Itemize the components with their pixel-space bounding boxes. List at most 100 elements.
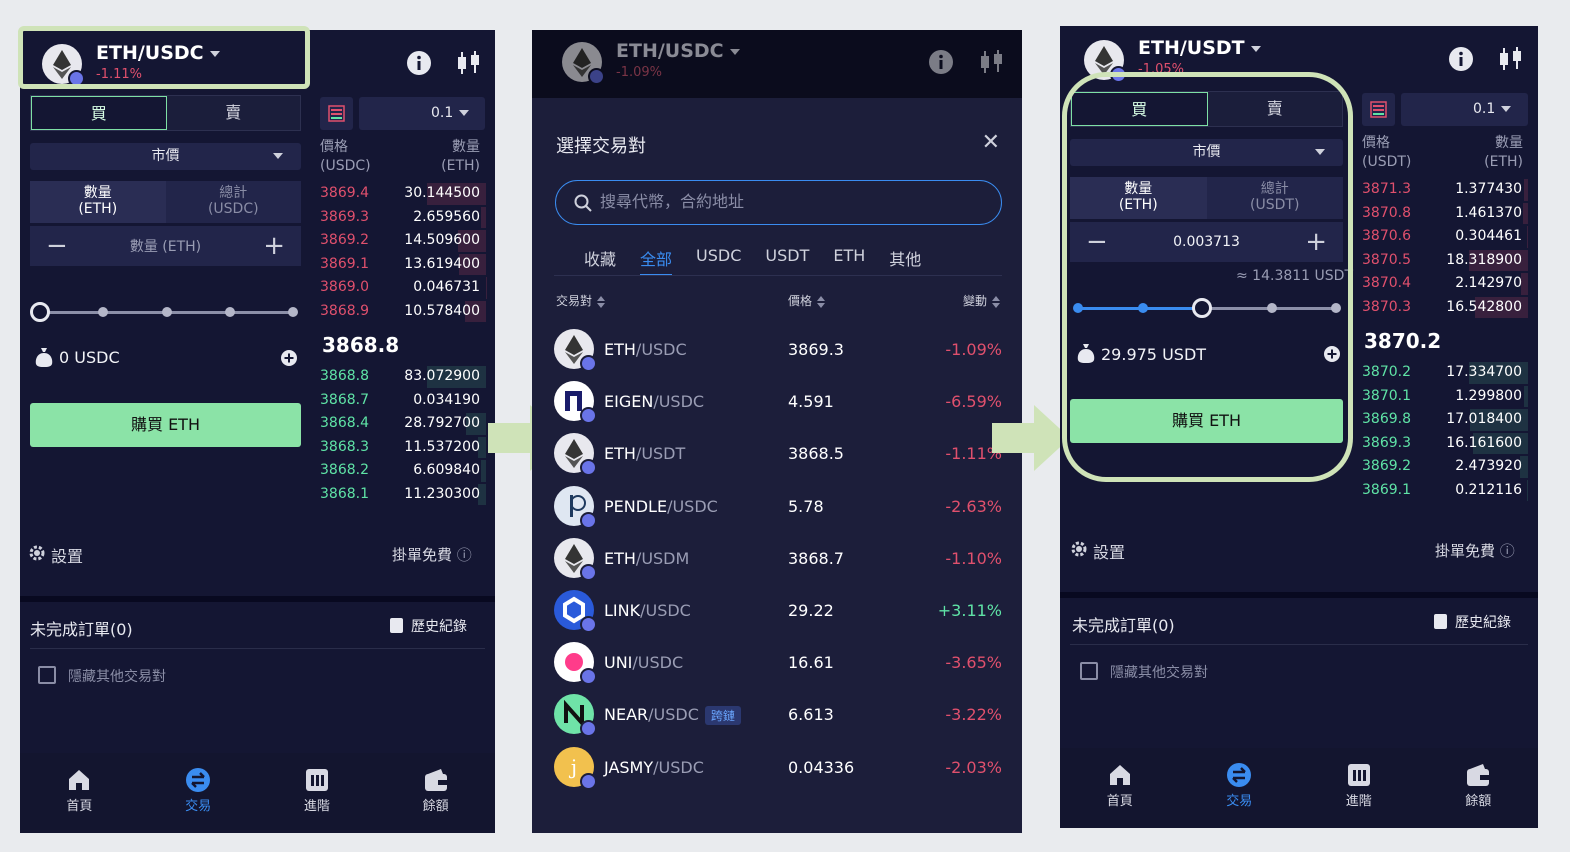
- pair-row[interactable]: EIGEN/USDC 4.591 -6.59%: [554, 375, 1002, 427]
- bid-row[interactable]: 3868.7 0.034190: [318, 389, 486, 413]
- ask-row[interactable]: 3870.6 0.304461: [1360, 225, 1528, 249]
- order-type-label: 市價: [151, 148, 180, 164]
- order-amount: 1.461370: [1455, 204, 1522, 221]
- ask-row[interactable]: 3870.4 2.142970: [1360, 272, 1528, 296]
- nav-wallet[interactable]: 餘額: [1419, 748, 1539, 828]
- mode-total[interactable]: 總計 (USDC): [166, 181, 302, 223]
- candlestick-chart-icon[interactable]: [457, 50, 481, 76]
- bid-row[interactable]: 3870.2 17.334700: [1360, 361, 1528, 385]
- bid-row[interactable]: 3868.2 6.609840: [318, 459, 486, 483]
- tab-category[interactable]: USDC: [696, 246, 741, 276]
- bid-row[interactable]: 3868.3 11.537200: [318, 436, 486, 460]
- pair-row[interactable]: PENDLE/USDC 5.78 -2.63%: [554, 480, 1002, 532]
- info-icon[interactable]: [406, 50, 432, 76]
- price-step-select[interactable]: 0.1: [359, 97, 485, 130]
- pair-row[interactable]: ETH/USDC 3869.3 -1.09%: [554, 323, 1002, 375]
- close-icon[interactable]: ✕: [982, 130, 1000, 155]
- bid-row[interactable]: 3869.2 2.473920: [1360, 455, 1528, 479]
- pair-row[interactable]: j JASMY/USDC 0.04336 -2.03%: [554, 741, 1002, 793]
- col-price-header[interactable]: 價格: [788, 292, 826, 309]
- pair-row[interactable]: NEAR/USDC 跨鏈 6.613 -3.22%: [554, 688, 1002, 740]
- tab-category[interactable]: ETH: [833, 246, 865, 276]
- ask-row[interactable]: 3870.8 1.461370: [1360, 202, 1528, 226]
- bid-row[interactable]: 3869.8 17.018400: [1360, 408, 1528, 432]
- col-pair-header[interactable]: 交易對: [556, 292, 606, 309]
- search-placeholder: 搜尋代幣，合約地址: [600, 192, 745, 211]
- nav-wallet[interactable]: 餘額: [376, 753, 495, 833]
- pair-row[interactable]: ETH/USDM 3868.7 -1.10%: [554, 532, 1002, 584]
- nav-home[interactable]: 首頁: [1060, 748, 1180, 828]
- home-icon: [1060, 762, 1180, 788]
- price-step-select[interactable]: 0.1: [1401, 93, 1528, 126]
- slider-handle[interactable]: [30, 302, 50, 322]
- ask-row[interactable]: 3869.2 14.509600: [318, 229, 486, 253]
- settings-link[interactable]: 設置: [1093, 539, 1125, 563]
- order-type-select[interactable]: 市價: [30, 143, 301, 170]
- orderbook-view-button[interactable]: [320, 97, 353, 130]
- orderbook-layout-icon: [328, 105, 345, 122]
- quantity-input[interactable]: 數量 (ETH): [130, 236, 201, 256]
- pair-row[interactable]: UNI/USDC 16.61 -3.65%: [554, 636, 1002, 688]
- ask-row[interactable]: 3869.3 2.659560: [318, 206, 486, 230]
- mode-quantity[interactable]: 數量 (ETH): [30, 181, 166, 223]
- candlestick-chart-icon[interactable]: [1499, 46, 1523, 72]
- chevron-down-icon: [729, 48, 740, 55]
- pair-quote: /USDC: [640, 601, 691, 620]
- bid-row[interactable]: 3868.4 28.792700: [318, 412, 486, 436]
- ask-row[interactable]: 3870.3 16.542800: [1360, 296, 1528, 320]
- nav-advanced[interactable]: 進階: [258, 753, 377, 833]
- history-link[interactable]: 歷史紀錄: [390, 616, 467, 636]
- order-amount: 16.161600: [1446, 434, 1522, 451]
- nav-trade[interactable]: 交易: [139, 753, 258, 833]
- pair-quote: /USDC: [648, 705, 699, 725]
- nav-trade[interactable]: 交易: [1180, 748, 1300, 828]
- bid-row[interactable]: 3868.1 11.230300: [318, 483, 486, 507]
- tab-category[interactable]: 其他: [889, 246, 921, 276]
- buy-eth-button[interactable]: 購買 ETH: [30, 403, 301, 447]
- bid-row[interactable]: 3870.1 1.299800: [1360, 385, 1528, 409]
- pair-price: 16.61: [788, 653, 834, 673]
- order-amount: 11.230300: [404, 485, 480, 502]
- ask-row[interactable]: 3870.5 18.318900: [1360, 249, 1528, 273]
- tab-category[interactable]: USDT: [765, 246, 809, 276]
- highlight-order-form: [1062, 72, 1353, 482]
- bid-row[interactable]: 3869.3 16.161600: [1360, 432, 1528, 456]
- ask-row[interactable]: 3869.1 13.619400: [318, 253, 486, 277]
- hide-other-pairs-checkbox[interactable]: [38, 666, 56, 684]
- ethereum-network-icon: [580, 563, 597, 581]
- pair-row[interactable]: LINK/USDC 29.22 +3.11%: [554, 584, 1002, 636]
- pair-row[interactable]: ETH/USDT 3868.5 -1.11%: [554, 427, 1002, 479]
- tab-sell[interactable]: 賣: [167, 96, 301, 130]
- info-icon[interactable]: ⓘ: [457, 546, 472, 564]
- depth-bar: [1527, 479, 1528, 501]
- ask-row[interactable]: 3868.9 10.578400: [318, 300, 486, 324]
- tab-buy[interactable]: 買: [31, 96, 167, 130]
- info-icon[interactable]: [1448, 46, 1474, 72]
- near-coin-icon: [554, 694, 597, 738]
- plus-button[interactable]: +: [263, 233, 285, 259]
- add-funds-icon[interactable]: [281, 350, 297, 366]
- ask-row[interactable]: 3869.4 30.144500: [318, 182, 486, 206]
- bid-row[interactable]: 3868.8 83.072900: [318, 365, 486, 389]
- order-amount: 0.212116: [1455, 481, 1522, 498]
- nav-advanced[interactable]: 進階: [1299, 748, 1419, 828]
- order-price: 3869.3: [1362, 434, 1411, 451]
- search-input[interactable]: 搜尋代幣，合約地址: [555, 180, 1002, 225]
- info-icon[interactable]: ⓘ: [1500, 542, 1515, 560]
- nav-home[interactable]: 首頁: [20, 753, 139, 833]
- pair-quote: /USDT: [635, 444, 686, 464]
- amount-slider[interactable]: [30, 302, 298, 322]
- bid-row[interactable]: 3869.1 0.212116: [1360, 479, 1528, 503]
- ask-row[interactable]: 3869.0 0.046731: [318, 276, 486, 300]
- pair-selector[interactable]: ETH/USDT: [1138, 37, 1261, 59]
- ask-row[interactable]: 3871.3 1.377430: [1360, 178, 1528, 202]
- hide-other-pairs-checkbox[interactable]: [1080, 662, 1098, 680]
- history-link[interactable]: 歷史紀錄: [1434, 612, 1511, 632]
- order-amount: 83.072900: [404, 368, 480, 384]
- orderbook-view-button[interactable]: [1362, 93, 1395, 126]
- settings-link[interactable]: 設置: [51, 543, 83, 567]
- tab-category[interactable]: 全部: [640, 246, 673, 276]
- minus-button[interactable]: −: [46, 233, 68, 259]
- tab-category[interactable]: 收藏: [584, 246, 616, 276]
- col-change-header[interactable]: 變動: [963, 292, 1000, 309]
